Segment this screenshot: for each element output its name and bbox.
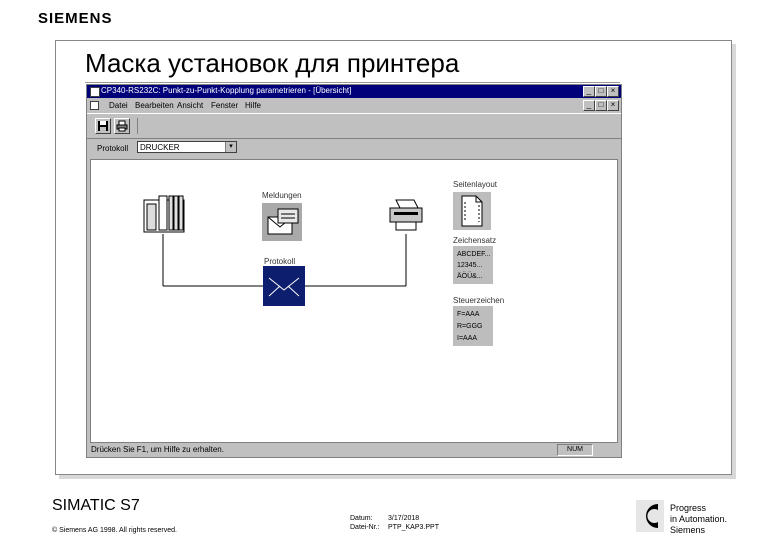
charset-line: ÄÖÜ&... xyxy=(457,273,483,280)
status-bar: Drücken Sie F1, um Hilfe zu erhalten. NU… xyxy=(87,442,621,456)
copyright-text: © Siemens AG 1998. All rights reserved. xyxy=(52,527,177,534)
mdi-minimize-button[interactable]: _ xyxy=(583,100,595,111)
save-button[interactable] xyxy=(95,118,111,134)
menu-ansicht[interactable]: Ansicht xyxy=(177,101,203,110)
menu-bearbeiten[interactable]: Bearbeiten xyxy=(135,101,174,110)
menu-bar: Datei Bearbeiten Ansicht Fenster Hilfe _… xyxy=(87,99,621,112)
footer-title: SIMATIC S7 xyxy=(52,497,140,514)
page-layout-icon[interactable] xyxy=(453,192,491,230)
zeichensatz-label: Zeichensatz xyxy=(453,236,497,245)
control-char-line: R=GGG xyxy=(457,323,483,330)
minimize-button[interactable]: _ xyxy=(583,86,595,97)
protocol-select-value: DRUCKER xyxy=(140,143,180,152)
status-text: Drücken Sie F1, um Hilfe zu erhalten. xyxy=(91,445,224,454)
menu-datei[interactable]: Datei xyxy=(109,101,128,110)
num-lock-indicator: NUM xyxy=(557,444,593,456)
character-set-panel[interactable]: ABCDEF... 12345... ÄÖÜ&... xyxy=(453,246,493,284)
maximize-button[interactable]: □ xyxy=(595,86,607,97)
save-icon xyxy=(98,121,108,131)
datei-label: Datei-Nr.: xyxy=(350,524,380,531)
mdi-restore-button[interactable]: □ xyxy=(595,100,607,111)
siemens-c-logo-icon xyxy=(636,500,664,532)
tagline-line: Siemens xyxy=(670,525,706,535)
control-characters-panel[interactable]: F=AAA R=GGG I=AAA xyxy=(453,306,493,346)
overview-workspace: Meldungen Protokoll Seitenlayout Zeichen… xyxy=(90,159,618,443)
title-divider xyxy=(85,82,620,83)
datei-value: PTP_KAP3.PPT xyxy=(388,524,439,531)
slide-title: Маска установок для принтера xyxy=(85,48,460,78)
control-char-line: F=AAA xyxy=(457,311,480,318)
tagline-line: Progress xyxy=(670,503,707,513)
charset-line: ABCDEF... xyxy=(457,251,491,258)
application-window: CP340-RS232C: Punkt-zu-Punkt-Kopplung pa… xyxy=(86,84,622,458)
protocol-select[interactable]: DRUCKER ▾ xyxy=(137,141,237,153)
tagline-line: in Automation. xyxy=(670,514,728,524)
chevron-down-icon[interactable]: ▾ xyxy=(225,142,236,152)
toolbar xyxy=(87,113,621,139)
protokoll-label: Protokoll xyxy=(264,257,296,266)
meldungen-label: Meldungen xyxy=(262,191,302,200)
protocol-row: Protokoll DRUCKER ▾ xyxy=(87,138,621,158)
document-system-icon[interactable] xyxy=(90,101,99,110)
charset-line: 12345... xyxy=(457,262,483,269)
print-icon xyxy=(116,120,128,132)
plc-device-icon[interactable] xyxy=(143,192,185,234)
datum-label: Datum: xyxy=(350,515,373,522)
siemens-brand-logo: SIEMENS xyxy=(38,10,113,27)
menu-hilfe[interactable]: Hilfe xyxy=(245,101,261,110)
mdi-close-button[interactable]: × xyxy=(607,100,619,111)
control-char-line: I=AAA xyxy=(457,335,478,342)
window-title: CP340-RS232C: Punkt-zu-Punkt-Kopplung pa… xyxy=(101,86,352,95)
app-system-icon[interactable] xyxy=(90,87,100,97)
steuerzeichen-label: Steuerzeichen xyxy=(453,296,505,305)
printer-icon[interactable] xyxy=(386,198,426,234)
messages-icon[interactable] xyxy=(262,203,302,241)
datum-value: 3/17/2018 xyxy=(388,515,420,522)
menu-fenster[interactable]: Fenster xyxy=(211,101,238,110)
window-titlebar[interactable]: CP340-RS232C: Punkt-zu-Punkt-Kopplung pa… xyxy=(87,85,621,98)
close-button[interactable]: × xyxy=(607,86,619,97)
toolbar-separator xyxy=(137,118,138,134)
protocol-label: Protokoll xyxy=(97,144,129,153)
print-button[interactable] xyxy=(114,118,130,134)
protocol-envelope-icon[interactable] xyxy=(263,266,305,306)
seitenlayout-label: Seitenlayout xyxy=(453,180,498,189)
